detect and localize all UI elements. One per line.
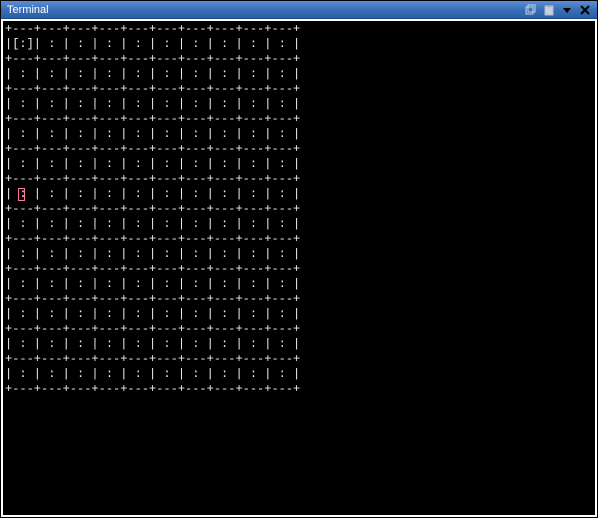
copy-icon[interactable] (523, 3, 539, 17)
window-controls (523, 3, 593, 17)
terminal[interactable]: +---+---+---+---+---+---+---+---+---+---… (3, 21, 595, 515)
titlebar[interactable]: Terminal (1, 1, 597, 19)
window-title: Terminal (7, 4, 523, 16)
window-frame: Terminal (0, 0, 598, 518)
terminal-container: +---+---+---+---+---+---+---+---+---+---… (1, 19, 597, 517)
cursor-box (18, 188, 25, 201)
paste-icon[interactable] (541, 3, 557, 17)
close-icon[interactable] (577, 3, 593, 17)
menu-dropdown-icon[interactable] (559, 3, 575, 17)
